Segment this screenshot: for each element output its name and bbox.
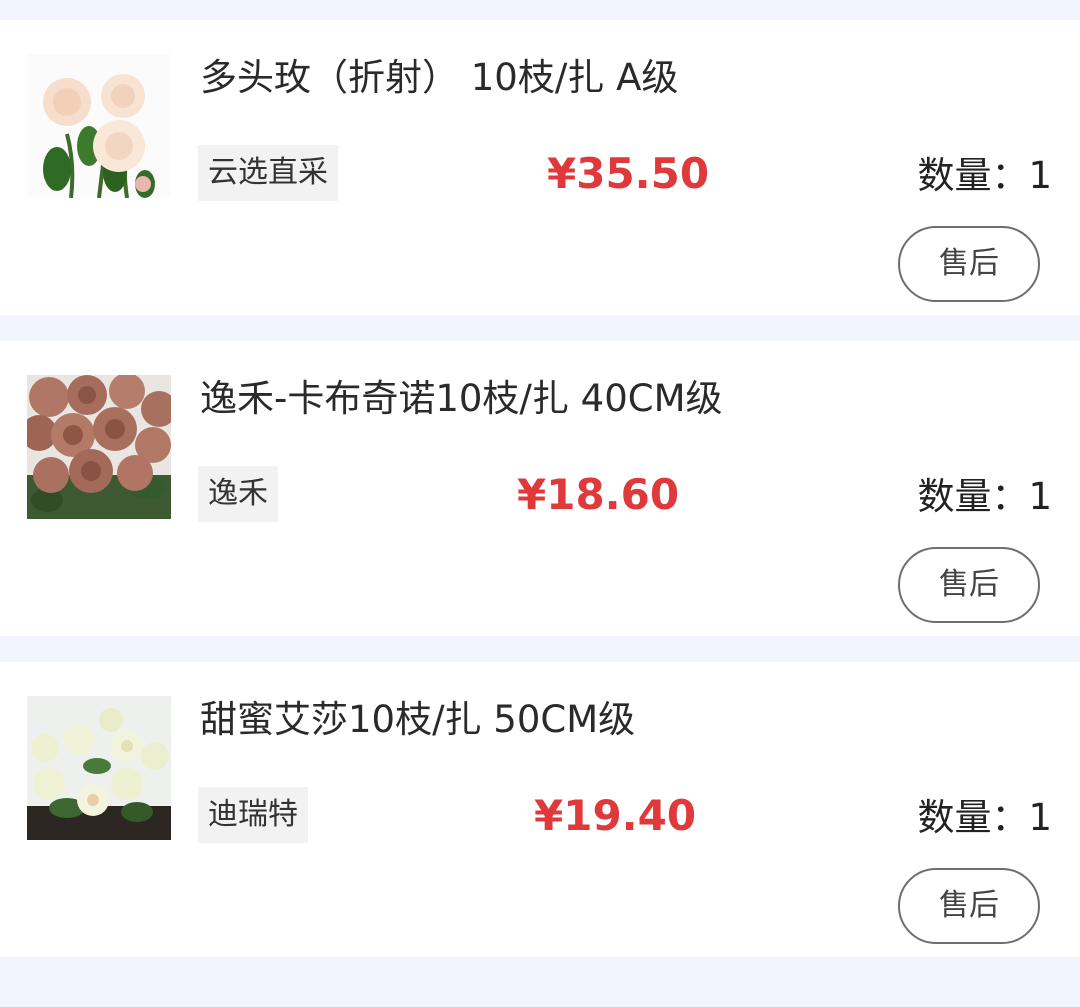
quantity-value: 1 (1028, 796, 1052, 839)
product-title[interactable]: 多头玫（折射） 10枝/扎 A级 (200, 54, 678, 102)
order-item[interactable]: 多头玫（折射） 10枝/扎 A级 云选直采 ¥35.50 数量：1 售后 (0, 20, 1080, 315)
product-image[interactable] (27, 375, 171, 519)
product-image[interactable] (27, 54, 171, 198)
quantity: 数量：1 (917, 152, 1052, 200)
peach-spray-rose-photo-icon (27, 54, 171, 198)
after-sale-button[interactable]: 售后 (898, 547, 1040, 623)
white-rose-photo-icon (27, 696, 171, 840)
quantity-value: 1 (1028, 475, 1052, 518)
order-item[interactable]: 甜蜜艾莎10枝/扎 50CM级 迪瑞特 ¥19.40 数量：1 售后 (0, 662, 1080, 957)
quantity-label: 数量： (917, 154, 1029, 197)
product-title[interactable]: 逸禾-卡布奇诺10枝/扎 40CM级 (200, 375, 723, 423)
supplier-tag: 逸禾 (198, 466, 278, 522)
quantity-label: 数量： (917, 475, 1029, 518)
product-title[interactable]: 甜蜜艾莎10枝/扎 50CM级 (200, 696, 635, 744)
cappuccino-rose-photo-icon (27, 375, 171, 519)
after-sale-button[interactable]: 售后 (898, 868, 1040, 944)
price: ¥18.60 (517, 470, 680, 519)
quantity-value: 1 (1028, 154, 1052, 197)
price: ¥19.40 (534, 791, 697, 840)
supplier-tag: 云选直采 (198, 145, 338, 201)
quantity: 数量：1 (917, 473, 1052, 521)
order-item[interactable]: 逸禾-卡布奇诺10枝/扎 40CM级 逸禾 ¥18.60 数量：1 售后 (0, 341, 1080, 636)
after-sale-button[interactable]: 售后 (898, 226, 1040, 302)
supplier-tag: 迪瑞特 (198, 787, 308, 843)
price: ¥35.50 (547, 149, 710, 198)
product-image[interactable] (27, 696, 171, 840)
quantity: 数量：1 (917, 794, 1052, 842)
quantity-label: 数量： (917, 796, 1029, 839)
